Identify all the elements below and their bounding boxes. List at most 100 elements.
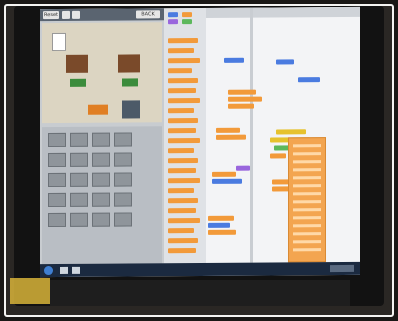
- arrow-pad[interactable]: [88, 104, 108, 115]
- palette-block[interactable]: [168, 158, 198, 164]
- script-block[interactable]: [228, 103, 254, 109]
- cube-sprite: [122, 100, 140, 119]
- menu-item[interactable]: [293, 192, 321, 196]
- sprite-thumbnail[interactable]: [48, 192, 66, 208]
- script-block[interactable]: [298, 77, 320, 83]
- sprite-thumbnail[interactable]: [114, 132, 132, 147]
- palette-block[interactable]: [168, 198, 198, 204]
- taskbar: [40, 261, 360, 278]
- maze-tile: [118, 54, 140, 73]
- menu-item[interactable]: [293, 208, 321, 212]
- palette-block[interactable]: [168, 108, 194, 114]
- system-tray: [330, 264, 354, 273]
- category-operators[interactable]: [182, 19, 192, 25]
- menu-item[interactable]: [293, 248, 321, 252]
- monitor-stand: [50, 280, 350, 306]
- script-block[interactable]: [276, 129, 306, 135]
- grass-tile: [70, 78, 86, 87]
- palette-block[interactable]: [168, 178, 200, 184]
- palette-block[interactable]: [168, 98, 200, 104]
- sprite-thumbnail[interactable]: [114, 172, 132, 187]
- sprite-list: [42, 126, 162, 265]
- category-control[interactable]: [182, 12, 192, 18]
- palette-block[interactable]: [168, 88, 196, 94]
- script-block[interactable]: [208, 215, 234, 221]
- script-block[interactable]: [208, 229, 236, 235]
- palette-block[interactable]: [168, 128, 196, 134]
- scripts-scrollbar[interactable]: [250, 7, 253, 263]
- sprite-thumbnail[interactable]: [114, 212, 132, 227]
- stage-toolbar: Reset BACK: [40, 8, 164, 22]
- script-block[interactable]: [228, 89, 256, 95]
- menu-item[interactable]: [293, 200, 321, 204]
- stage-canvas[interactable]: [42, 22, 162, 124]
- palette-block[interactable]: [168, 48, 194, 54]
- menu-item[interactable]: [293, 184, 321, 188]
- script-block[interactable]: [212, 178, 242, 184]
- palette-block[interactable]: [168, 138, 200, 144]
- green-flag-button[interactable]: [62, 10, 70, 19]
- menu-item[interactable]: [293, 144, 321, 148]
- palette-block[interactable]: [168, 68, 192, 74]
- script-block[interactable]: [212, 171, 236, 177]
- script-block[interactable]: [236, 165, 250, 171]
- script-block[interactable]: [270, 153, 286, 159]
- sprite-thumbnail[interactable]: [92, 212, 110, 227]
- palette-block[interactable]: [168, 168, 196, 174]
- menu-item[interactable]: [293, 160, 321, 164]
- script-block[interactable]: [216, 134, 246, 140]
- sprite-thumbnail[interactable]: [70, 212, 88, 227]
- taskbar-app-icon[interactable]: [72, 266, 80, 274]
- palette-block[interactable]: [168, 218, 200, 224]
- category-looks[interactable]: [168, 19, 178, 25]
- sprite-card: [52, 32, 66, 52]
- sprite-thumbnail[interactable]: [114, 192, 132, 207]
- palette-block[interactable]: [168, 238, 198, 244]
- sprite-thumbnail[interactable]: [48, 172, 66, 188]
- menu-item[interactable]: [293, 176, 321, 180]
- palette-block[interactable]: [168, 38, 198, 44]
- block-dropdown-menu[interactable]: [288, 137, 326, 263]
- script-block[interactable]: [228, 96, 262, 102]
- category-motion[interactable]: [168, 12, 178, 18]
- sprite-thumbnail[interactable]: [92, 152, 110, 167]
- script-block[interactable]: [224, 57, 244, 63]
- sprite-thumbnail[interactable]: [70, 152, 88, 167]
- reset-button[interactable]: Reset: [43, 10, 59, 20]
- maze-tile: [66, 54, 88, 73]
- sprite-thumbnail[interactable]: [48, 212, 66, 228]
- palette-block[interactable]: [168, 188, 194, 194]
- sprite-thumbnail[interactable]: [70, 132, 88, 147]
- palette-block[interactable]: [168, 78, 198, 84]
- sprite-thumbnail[interactable]: [114, 152, 132, 167]
- menu-item[interactable]: [293, 232, 321, 236]
- script-block[interactable]: [276, 59, 294, 65]
- sprite-thumbnail[interactable]: [70, 172, 88, 187]
- menu-item[interactable]: [293, 152, 321, 156]
- stop-button[interactable]: [72, 10, 80, 19]
- sprite-thumbnail[interactable]: [92, 172, 110, 187]
- menu-item[interactable]: [293, 168, 321, 172]
- sprite-thumbnail[interactable]: [70, 192, 88, 207]
- menu-item[interactable]: [293, 216, 321, 220]
- grass-tile: [122, 78, 138, 87]
- palette-block[interactable]: [168, 58, 200, 64]
- block-palette: [164, 7, 206, 264]
- start-icon[interactable]: [44, 266, 53, 276]
- menu-item[interactable]: [293, 224, 321, 228]
- palette-block[interactable]: [168, 118, 198, 124]
- script-block[interactable]: [216, 127, 240, 133]
- sprite-thumbnail[interactable]: [92, 132, 110, 147]
- sprite-thumbnail[interactable]: [48, 152, 66, 168]
- palette-block[interactable]: [168, 248, 196, 254]
- back-button[interactable]: BACK: [136, 10, 160, 19]
- menu-item[interactable]: [293, 240, 321, 244]
- script-block[interactable]: [208, 222, 230, 228]
- palette-block[interactable]: [168, 148, 194, 154]
- sprite-thumbnail[interactable]: [92, 192, 110, 207]
- sprite-thumbnail[interactable]: [48, 132, 66, 148]
- palette-block[interactable]: [168, 228, 194, 234]
- taskbar-app-icon[interactable]: [60, 266, 68, 274]
- palette-block[interactable]: [168, 208, 196, 214]
- desk-note: [10, 278, 50, 304]
